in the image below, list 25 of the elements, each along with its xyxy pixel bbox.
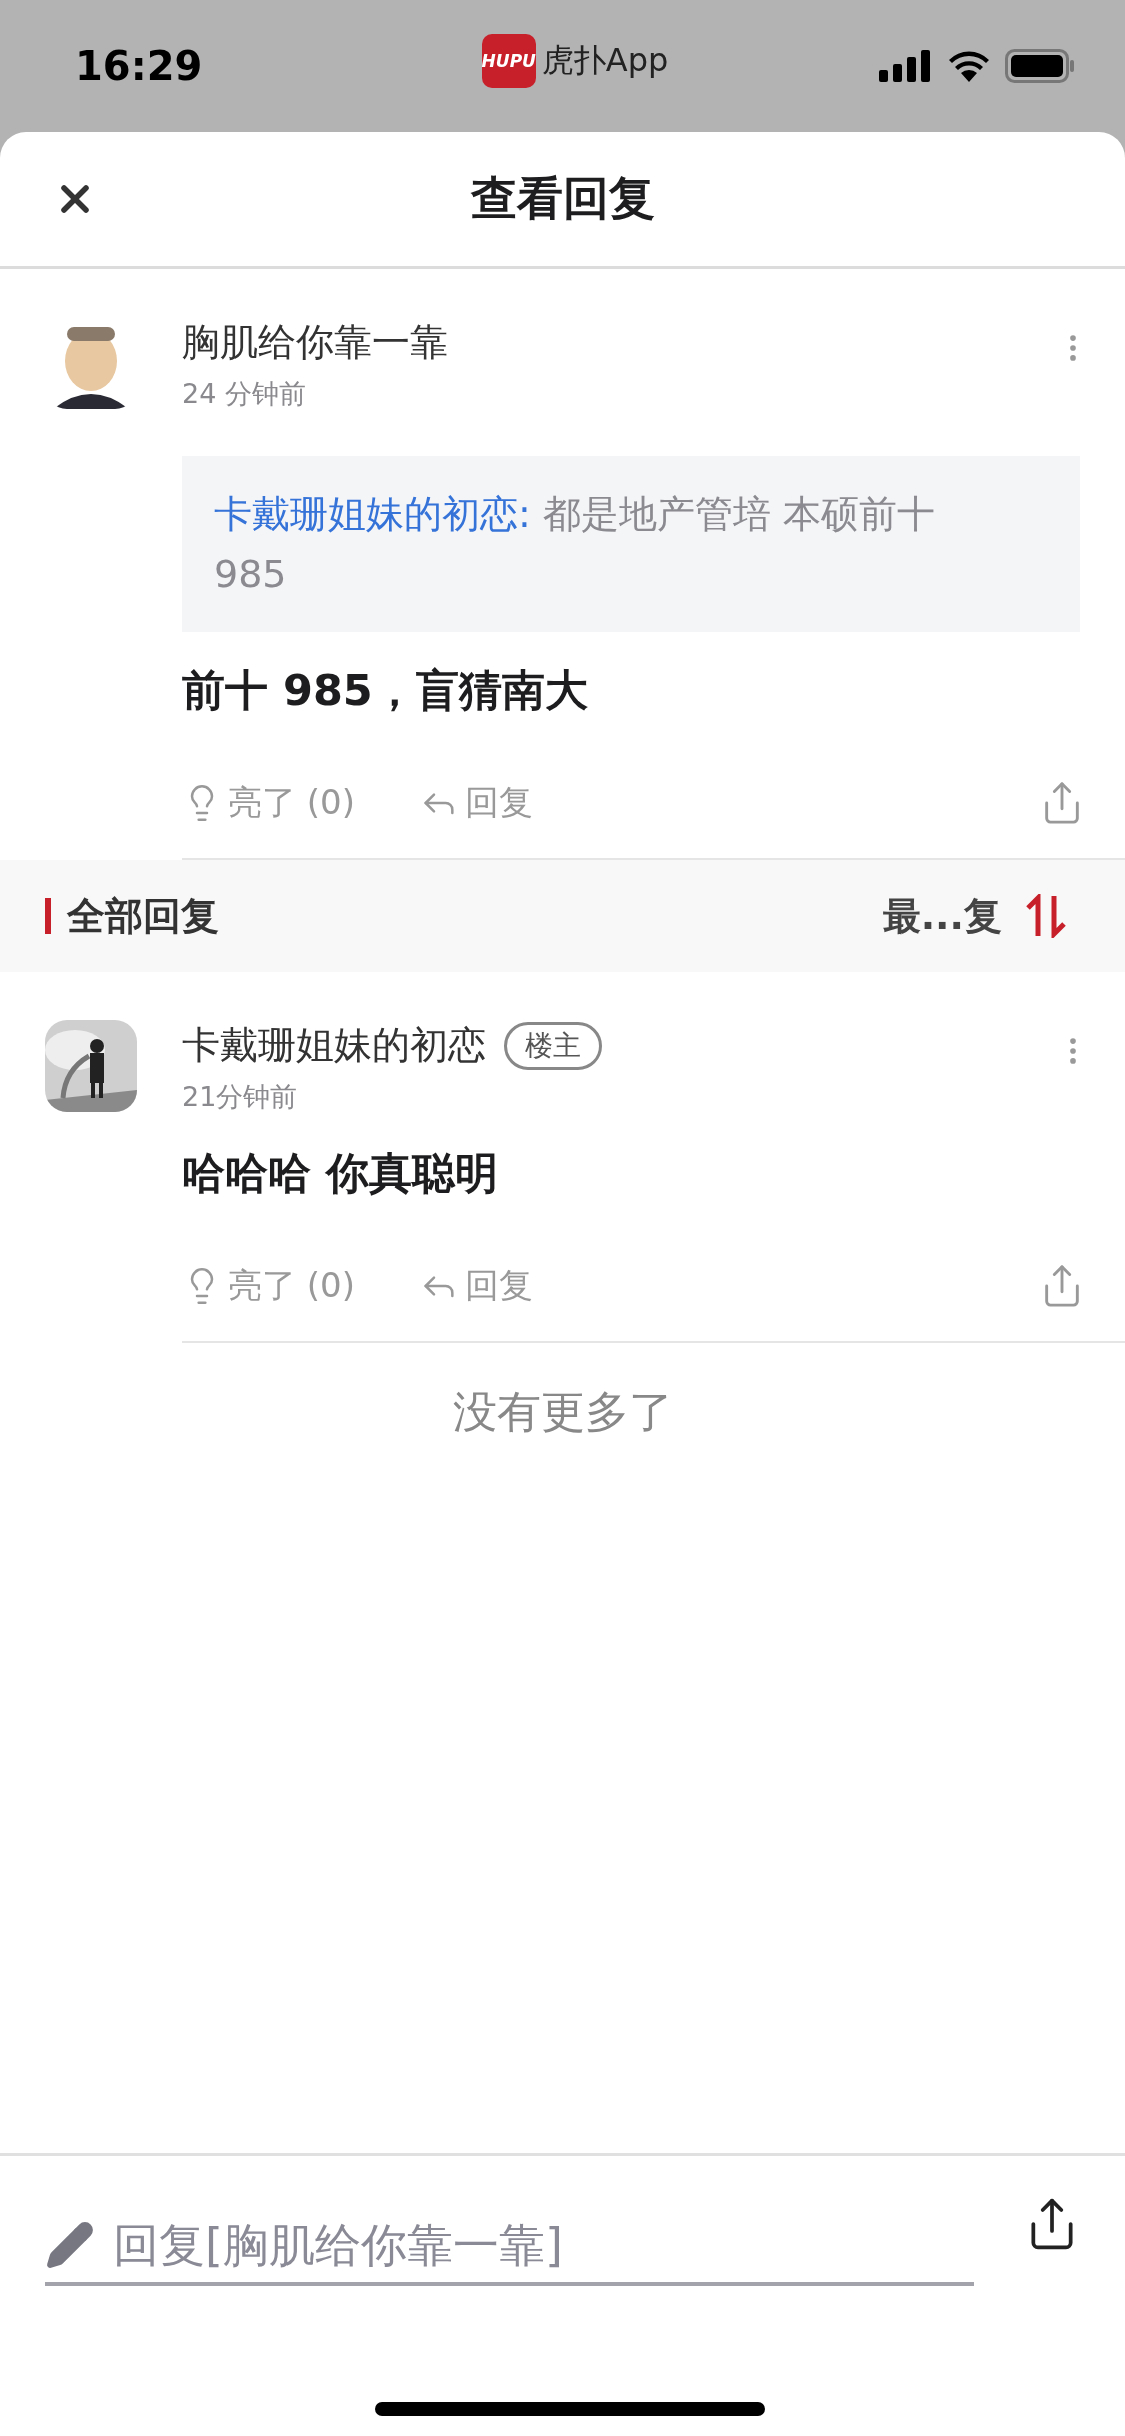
quote-author-link[interactable]: 卡戴珊姐妹的初恋: <box>214 492 531 536</box>
author-name[interactable]: 卡戴珊姐妹的初恋 <box>182 1020 486 1071</box>
clock-time: 16:29 <box>75 43 204 89</box>
quoted-reply: 卡戴珊姐妹的初恋: 都是地产管培 本硕前十985 <box>182 456 1080 632</box>
like-button[interactable]: 亮了 (0) <box>182 1263 355 1309</box>
section-marker <box>45 898 51 934</box>
post-time: 24 分钟前 <box>182 377 307 411</box>
battery-icon <box>1005 49 1075 83</box>
reply-button[interactable]: 回复 <box>418 780 533 826</box>
app-logo: HUPU <box>481 34 536 88</box>
reply-button[interactable]: 回复 <box>418 1263 533 1309</box>
author-name[interactable]: 胸肌给你靠一靠 <box>182 317 448 368</box>
pencil-icon <box>45 2220 95 2270</box>
reply-text: 前十 985，盲猜南大 <box>182 664 589 717</box>
owner-tag: 楼主 <box>504 1021 602 1070</box>
page-title: 查看回复 <box>470 170 655 227</box>
section-title: 全部回复 <box>67 892 220 940</box>
wifi-icon <box>947 50 991 82</box>
like-button[interactable]: 亮了 (0) <box>182 780 355 826</box>
reply-text: 哈哈哈 你真聪明 <box>182 1147 499 1200</box>
end-of-list-text: 没有更多了 <box>452 1385 673 1439</box>
sort-button[interactable]: 最...复 <box>882 890 1070 942</box>
signal-icon <box>879 50 933 82</box>
post-time: 21分钟前 <box>182 1080 299 1114</box>
app-name[interactable]: 虎扑App <box>541 39 669 83</box>
